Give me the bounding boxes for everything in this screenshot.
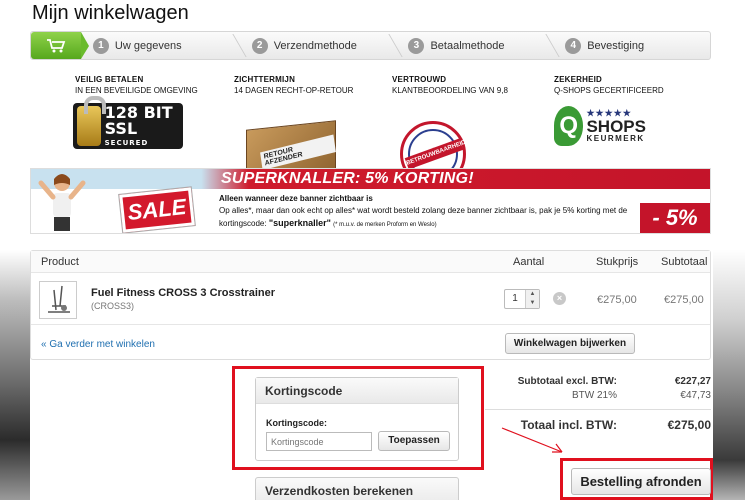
background-photo-right [713, 0, 745, 500]
cart-icon [46, 38, 66, 52]
background-photo-left [0, 0, 30, 500]
vat-value: €47,73 [680, 390, 711, 401]
coupon-code-input[interactable] [266, 432, 372, 451]
banner-title: SUPERKNALLER: 5% KORTING! [221, 170, 474, 187]
vat-label: BTW 21% [571, 390, 617, 401]
totals-divider [485, 409, 711, 410]
banner-line-1: Alleen wanneer deze banner zichtbaar is [219, 194, 373, 203]
quantity-value[interactable]: 1 [505, 290, 525, 308]
cart-table: Product Aantal Stukprijs Subtotaal Fuel … [30, 250, 711, 360]
ssl-badge-title: 128 BIT SSL [104, 103, 173, 138]
step-cart[interactable] [31, 32, 89, 59]
usp-subtitle: Klantbeoordeling van 9,8 [392, 86, 508, 95]
step-number: 3 [408, 37, 425, 54]
decrement-icon[interactable]: ▼ [526, 299, 539, 308]
qshops-q-icon: Q [554, 106, 584, 146]
step-number: 2 [251, 37, 268, 54]
increment-icon[interactable]: ▲ [526, 290, 539, 299]
vat-row: BTW 21% €47,73 [485, 390, 711, 404]
unit-price: €275,00 [597, 294, 637, 306]
sale-sign: SALE [119, 187, 195, 233]
step-number: 4 [565, 37, 582, 54]
table-row: Fuel Fitness CROSS 3 Crosstrainer (CROSS… [31, 273, 710, 325]
usp-subtitle: 14 dagen recht-op-retour [234, 86, 354, 95]
checkout-button[interactable]: Bestelling afronden [571, 468, 711, 495]
qshops-name: SHOPS [586, 117, 646, 136]
col-product: Product [41, 256, 79, 268]
trust-badges: Veilig betalen In een beveiligde omgevin… [30, 75, 713, 196]
step-uw-gegevens[interactable]: 1 Uw gegevens [81, 32, 240, 59]
usp-zichttermijn: Zichttermijn 14 dagen recht-op-retour RE… [234, 75, 354, 196]
step-verzendmethode[interactable]: 2 Verzendmethode [240, 32, 397, 59]
checkout-steps: 1 Uw gegevens 2 Verzendmethode 3 Betaalm… [30, 31, 711, 60]
ssl-badge-subtitle: SECURED [104, 139, 149, 147]
subtotal-label: Subtotaal excl. BTW: [517, 376, 617, 387]
banner-line-3-prefix: kortingscode: [219, 219, 267, 228]
qshops-badge: Q ★★★★★ SHOPS KEURMERK [554, 103, 646, 149]
banner-note: (* m.u.v. de merken Proform en Weslo) [333, 222, 437, 228]
cart-page: Mijn winkelwagen 1 Uw gegevens 2 Verzend… [30, 0, 713, 500]
usp-title: Vertrouwd [392, 75, 447, 84]
usp-subtitle: In een beveiligde omgeving [75, 86, 198, 95]
subtotal-value: €227,27 [674, 376, 711, 387]
cart-table-header: Product Aantal Stukprijs Subtotaal [31, 251, 710, 273]
coupon-label: Kortingscode: [266, 418, 328, 428]
step-betaalmethode[interactable]: 3 Betaalmethode [396, 32, 553, 59]
apply-coupon-button[interactable]: Toepassen [378, 431, 450, 451]
step-label: Bevestiging [587, 39, 645, 52]
product-thumbnail[interactable] [39, 281, 77, 319]
col-qty: Aantal [513, 256, 545, 268]
product-name[interactable]: Fuel Fitness CROSS 3 Crosstrainer [91, 287, 275, 299]
cheering-woman-image [38, 174, 86, 231]
total-value: €275,00 [667, 418, 711, 432]
step-label: Betaalmethode [430, 39, 505, 52]
crosstrainer-image [48, 285, 70, 313]
usp-veilig-betalen: Veilig betalen In een beveiligde omgevin… [73, 75, 198, 149]
shipping-calculator-panel[interactable]: Verzendkosten berekenen [255, 477, 459, 500]
page-title: Mijn winkelwagen [32, 2, 189, 24]
remove-item-icon[interactable]: × [553, 292, 566, 305]
usp-zekerheid: Zekerheid Q-shops gecertificeerd Q ★★★★★… [554, 75, 664, 146]
discount-code: "superknaller" [268, 218, 331, 228]
coupon-heading: Kortingscode [256, 378, 458, 404]
product-sku: (CROSS3) [91, 301, 135, 311]
usp-title: Zekerheid [554, 75, 603, 84]
subtotal-row: Subtotaal excl. BTW: €227,27 [485, 376, 711, 390]
continue-shopping-link[interactable]: « Ga verder met winkelen [41, 339, 155, 350]
coupon-panel: Kortingscode Kortingscode: Toepassen [255, 377, 459, 461]
col-subtotal: Subtotaal [661, 256, 708, 268]
usp-vertrouwd: Vertrouwd Klantbeoordeling van 9,8 ★ BET… [392, 75, 508, 187]
line-subtotal: €275,00 [664, 294, 704, 306]
step-label: Verzendmethode [273, 39, 357, 52]
step-label: Uw gegevens [114, 39, 182, 52]
update-cart-button[interactable]: Winkelwagen bijwerken [505, 333, 635, 354]
annotation-arrow-icon [501, 427, 563, 453]
padlock-icon [77, 96, 106, 146]
quantity-stepper[interactable]: 1 ▲ ▼ [504, 289, 540, 309]
col-unit-price: Stukprijs [596, 256, 639, 268]
banner-line-2: Op alles*, maar dan ook echt op alles* w… [219, 206, 628, 215]
usp-subtitle: Q-shops gecertificeerd [554, 86, 664, 95]
usp-title: Veilig betalen [75, 75, 144, 84]
banner-text: Alleen wanneer deze banner zichtbaar is … [219, 193, 629, 231]
usp-title: Zichttermijn [234, 75, 296, 84]
step-bevestiging[interactable]: 4 Bevestiging [553, 32, 710, 59]
step-number: 1 [92, 37, 109, 54]
discount-percent-badge: - 5% [640, 203, 710, 233]
parcel-label: RETOUR AFZENDER [260, 134, 336, 171]
promo-banner[interactable]: SUPERKNALLER: 5% KORTING! SALE Alleen wa… [30, 168, 711, 234]
ssl-badge: 128 BIT SSL SECURED [73, 96, 183, 149]
qshops-keurmerk: KEURMERK [586, 134, 645, 143]
